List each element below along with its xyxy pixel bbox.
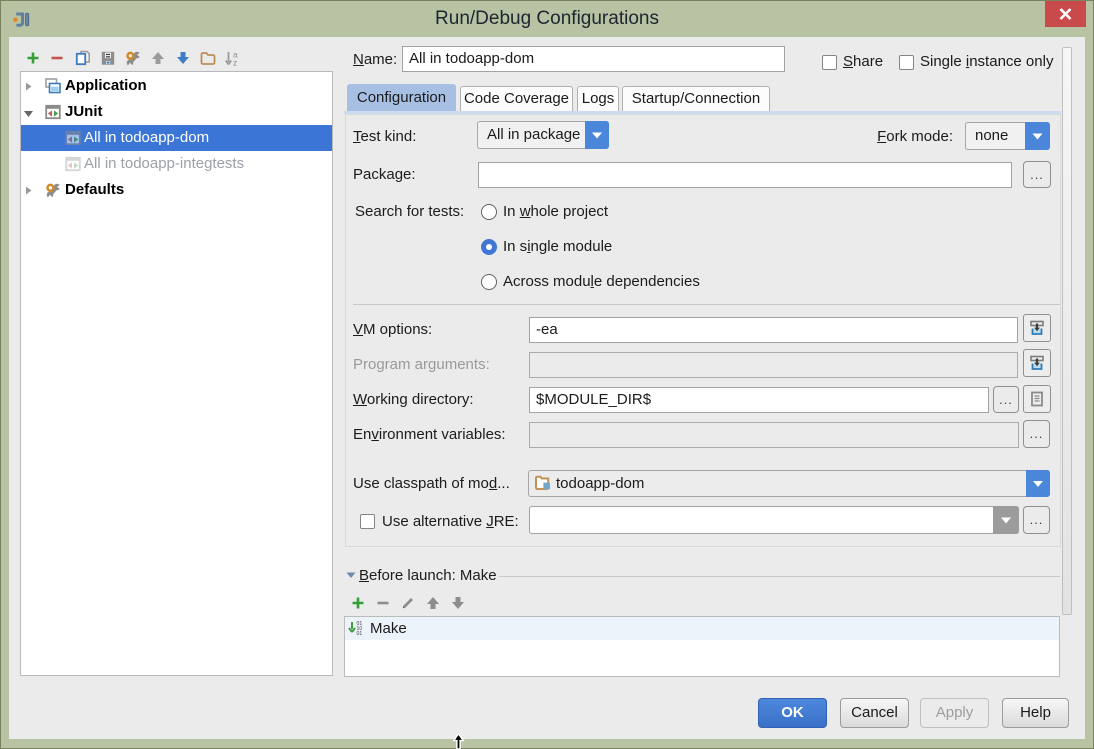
svg-text:01: 01 — [357, 631, 363, 636]
svg-text:z: z — [233, 58, 237, 68]
